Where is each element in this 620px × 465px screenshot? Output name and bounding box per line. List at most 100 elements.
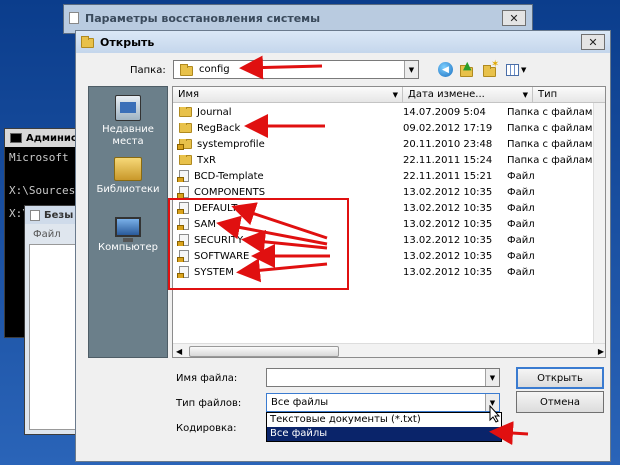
file-name: BCD-Template [194, 170, 264, 182]
column-header-name[interactable]: Имя ▼ [173, 87, 403, 103]
filetype-combobox[interactable]: Все файлы ▼ [266, 393, 500, 412]
console-line-1: Microsoft [9, 151, 69, 164]
file-date: 09.02.2012 17:19 [403, 122, 493, 134]
folder-dropdown-button[interactable]: ▼ [404, 61, 418, 78]
file-type: Файл [507, 218, 535, 230]
file-date: 13.02.2012 10:35 [403, 218, 493, 230]
file-row[interactable]: BCD-Template 22.11.2011 15:21 Файл [173, 168, 599, 184]
file-type: Папка с файлами [507, 138, 599, 150]
console-icon [10, 133, 22, 143]
folder-icon [179, 106, 192, 117]
console-line-2: X:\Sources [9, 184, 76, 197]
file-name: COMPONENTS [194, 186, 266, 198]
filetype-option-all[interactable]: Все файлы [267, 427, 501, 441]
file-date: 13.02.2012 10:35 [403, 266, 493, 278]
folder-label: Папка: [130, 65, 166, 76]
sparkle-icon: ✶ [491, 59, 500, 70]
file-type: Файл [507, 234, 535, 246]
filetype-option-txt[interactable]: Текстовые документы (*.txt) [267, 413, 501, 427]
encoding-label: Кодировка: [176, 423, 237, 434]
close-icon: ✕ [588, 35, 598, 49]
place-computer-label: Компьютер [98, 242, 158, 253]
file-name-cell: systemprofile [173, 138, 399, 150]
dialog-titlebar[interactable]: Открыть ✕ [76, 31, 610, 53]
file-type: Файл [507, 186, 535, 198]
file-row[interactable]: systemprofile 20.11.2010 23:48 Папка с фай… [173, 136, 599, 152]
notepad-icon [30, 209, 40, 221]
dialog-close-button[interactable]: ✕ [581, 34, 605, 50]
vertical-scrollbar[interactable] [593, 103, 605, 343]
file-name-cell: TxR [173, 154, 399, 166]
place-computer[interactable]: Компьютер [89, 217, 167, 254]
chevron-down-icon: ▼ [408, 65, 415, 74]
folder-icon [177, 138, 192, 150]
lock-icon [177, 144, 184, 150]
file-date: 13.02.2012 10:35 [403, 202, 493, 214]
folder-value: config [199, 64, 230, 75]
file-type: Файл [507, 170, 535, 182]
horizontal-scrollbar[interactable]: ◀ ▶ [173, 343, 605, 357]
chevron-down-icon: ▼ [522, 90, 528, 99]
dialog-folder-icon [81, 36, 94, 48]
filename-combobox[interactable]: ▼ [266, 368, 500, 387]
place-libraries[interactable]: Библиотеки [89, 157, 167, 196]
open-button[interactable]: Открыть [516, 367, 604, 389]
lock-icon [177, 177, 184, 182]
cancel-button[interactable]: Отмена [516, 391, 604, 413]
dialog-title: Открыть [100, 35, 155, 49]
scroll-right-icon[interactable]: ▶ [598, 347, 604, 356]
file-type: Папка с файлами [507, 122, 599, 134]
computer-icon [115, 217, 141, 242]
file-type: Папка с файлами [507, 106, 599, 118]
file-name-cell: COMPONENTS [173, 186, 399, 198]
column-header-type[interactable]: Тип [533, 87, 605, 103]
console-title: Админис [26, 132, 77, 144]
filetype-label: Тип файлов: [176, 398, 242, 409]
file-name-cell: RegBack [173, 122, 399, 134]
file-row[interactable]: RegBack 09.02.2012 17:19 Папка с файлами [173, 120, 599, 136]
recovery-close-button[interactable]: ✕ [502, 10, 526, 26]
up-folder-button[interactable]: ▲ [459, 59, 475, 78]
notepad-menu-file[interactable]: Файл [33, 229, 61, 240]
libraries-icon [114, 157, 142, 181]
highlight-box [168, 198, 349, 290]
file-name: RegBack [197, 122, 241, 134]
mouse-cursor-icon [489, 405, 501, 423]
chevron-down-icon: ▼ [489, 373, 496, 382]
file-name: Journal [197, 106, 232, 118]
file-icon [177, 186, 189, 198]
scroll-down-icon[interactable] [594, 103, 605, 117]
recovery-window-icon [69, 12, 79, 24]
file-date: 13.02.2012 10:35 [403, 234, 493, 246]
column-header-date[interactable]: Дата измене... ▼ [403, 87, 533, 103]
filetype-dropdown-list[interactable]: Текстовые документы (*.txt) Все файлы [266, 412, 502, 442]
folder-combobox[interactable]: config ▼ [173, 60, 419, 79]
place-recent[interactable]: Недавние места [89, 95, 167, 148]
file-type: Файл [507, 202, 535, 214]
file-date: 13.02.2012 10:35 [403, 186, 493, 198]
notepad-title: Безы [44, 209, 74, 221]
file-row[interactable]: TxR 22.11.2011 15:24 Папка с файлами [173, 152, 599, 168]
filetype-value: Все файлы [271, 397, 329, 408]
view-menu-button[interactable]: ▼ [506, 62, 530, 77]
close-icon: ✕ [509, 11, 519, 25]
recovery-titlebar[interactable]: Параметры восстановления системы ✕ [64, 5, 532, 31]
places-bar: Недавние места Библиотеки Компьютер [88, 86, 168, 358]
folder-icon [179, 122, 192, 133]
back-button[interactable]: ◀ [438, 62, 453, 77]
file-icon [177, 170, 189, 182]
file-type: Файл [507, 250, 535, 262]
file-date: 20.11.2010 23:48 [403, 138, 493, 150]
back-arrow-icon: ◀ [442, 64, 449, 75]
file-date: 14.07.2009 5:04 [403, 106, 486, 118]
scroll-left-icon[interactable]: ◀ [176, 347, 182, 356]
file-row[interactable]: Journal 14.07.2009 5:04 Папка с файлами [173, 104, 599, 120]
chevron-down-icon: ▼ [521, 65, 527, 74]
horizontal-scroll-thumb[interactable] [189, 346, 339, 357]
new-folder-button[interactable]: ✶ [482, 59, 500, 78]
folder-icon [179, 154, 192, 165]
filename-dropdown-button[interactable]: ▼ [485, 369, 499, 386]
view-grid-icon [506, 63, 519, 76]
up-arrow-icon: ▲ [463, 59, 472, 72]
file-date: 22.11.2011 15:24 [403, 154, 493, 166]
